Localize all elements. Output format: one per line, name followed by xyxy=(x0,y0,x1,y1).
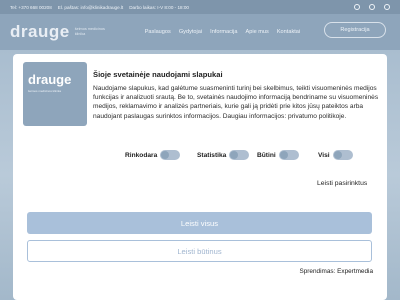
nav-item-paslaugos[interactable]: Paslaugos xyxy=(145,29,171,35)
nav-item-informacija[interactable]: Informacija xyxy=(210,29,237,35)
toggle-butini[interactable]: Būtini xyxy=(257,150,299,160)
nav-item-kontaktai[interactable]: Kontaktai xyxy=(277,29,300,35)
toggle-label: Visi xyxy=(318,151,330,159)
allow-all-button[interactable]: Leisti visus xyxy=(27,212,372,234)
toggle-visi[interactable]: Visi xyxy=(318,150,353,160)
hours-text: Darbo laikas: I-V 8:00 - 18:00 xyxy=(129,4,189,10)
email-text[interactable]: El. paštas: info@klinikadrauge.lt xyxy=(58,5,123,10)
toggle-switch[interactable] xyxy=(229,150,250,160)
toggle-switch[interactable] xyxy=(160,150,181,160)
toggle-switch[interactable] xyxy=(332,150,353,160)
allow-required-button[interactable]: Leisti būtinus xyxy=(27,240,372,262)
toggle-rinkodara[interactable]: Rinkodara xyxy=(125,150,181,160)
facebook-icon[interactable] xyxy=(354,4,360,10)
phone-text[interactable]: Tel: +370 668 00208 xyxy=(10,5,52,10)
dialog-body: Naudojame slapukus, kad galėtume suasmen… xyxy=(93,85,379,120)
main-navbar: drauge šeimos medicinos klinika Paslaugo… xyxy=(0,14,400,50)
register-button[interactable]: Registracija xyxy=(324,22,386,38)
nav-item-apie-mus[interactable]: Apie mus xyxy=(246,29,269,35)
instagram-icon[interactable] xyxy=(369,4,375,10)
cookie-consent-dialog: drauge šeimos medicinos klinika Šioje sv… xyxy=(13,54,387,300)
toggle-label: Statistika xyxy=(197,151,227,159)
brand-subtitle: šeimos medicinos klinika xyxy=(74,27,105,36)
toggle-label: Būtini xyxy=(257,151,276,159)
allow-selected-link[interactable]: Leisti pasirinktus xyxy=(317,180,367,187)
dialog-title: Šioje svetainėje naudojami slapukai xyxy=(93,70,223,79)
modal-logo: drauge šeimos medicinos klinika xyxy=(23,62,87,126)
toggle-knob xyxy=(279,151,288,159)
toggle-switch[interactable] xyxy=(278,150,299,160)
toggle-knob xyxy=(161,151,170,159)
brand-logo[interactable]: drauge xyxy=(10,22,70,42)
toggle-label: Rinkodara xyxy=(125,151,158,159)
nav-menu: Paslaugos Gydytojai Informacija Apie mus… xyxy=(145,29,300,35)
toggle-statistika[interactable]: Statistika xyxy=(197,150,250,160)
top-info-bar: Tel: +370 668 00208 El. paštas: info@kli… xyxy=(0,0,400,14)
toggle-knob xyxy=(333,151,342,159)
modal-logo-subtitle: šeimos medicinos klinika xyxy=(28,89,62,93)
cookie-category-toggles: Rinkodara Statistika Būtini Visi xyxy=(13,150,387,164)
powered-by-text: Sprendimas: Expertmedia xyxy=(299,268,373,275)
globe-icon[interactable] xyxy=(384,4,390,10)
toggle-knob xyxy=(230,151,239,159)
modal-logo-name: drauge xyxy=(28,72,72,87)
nav-item-gydytojai[interactable]: Gydytojai xyxy=(179,29,202,35)
